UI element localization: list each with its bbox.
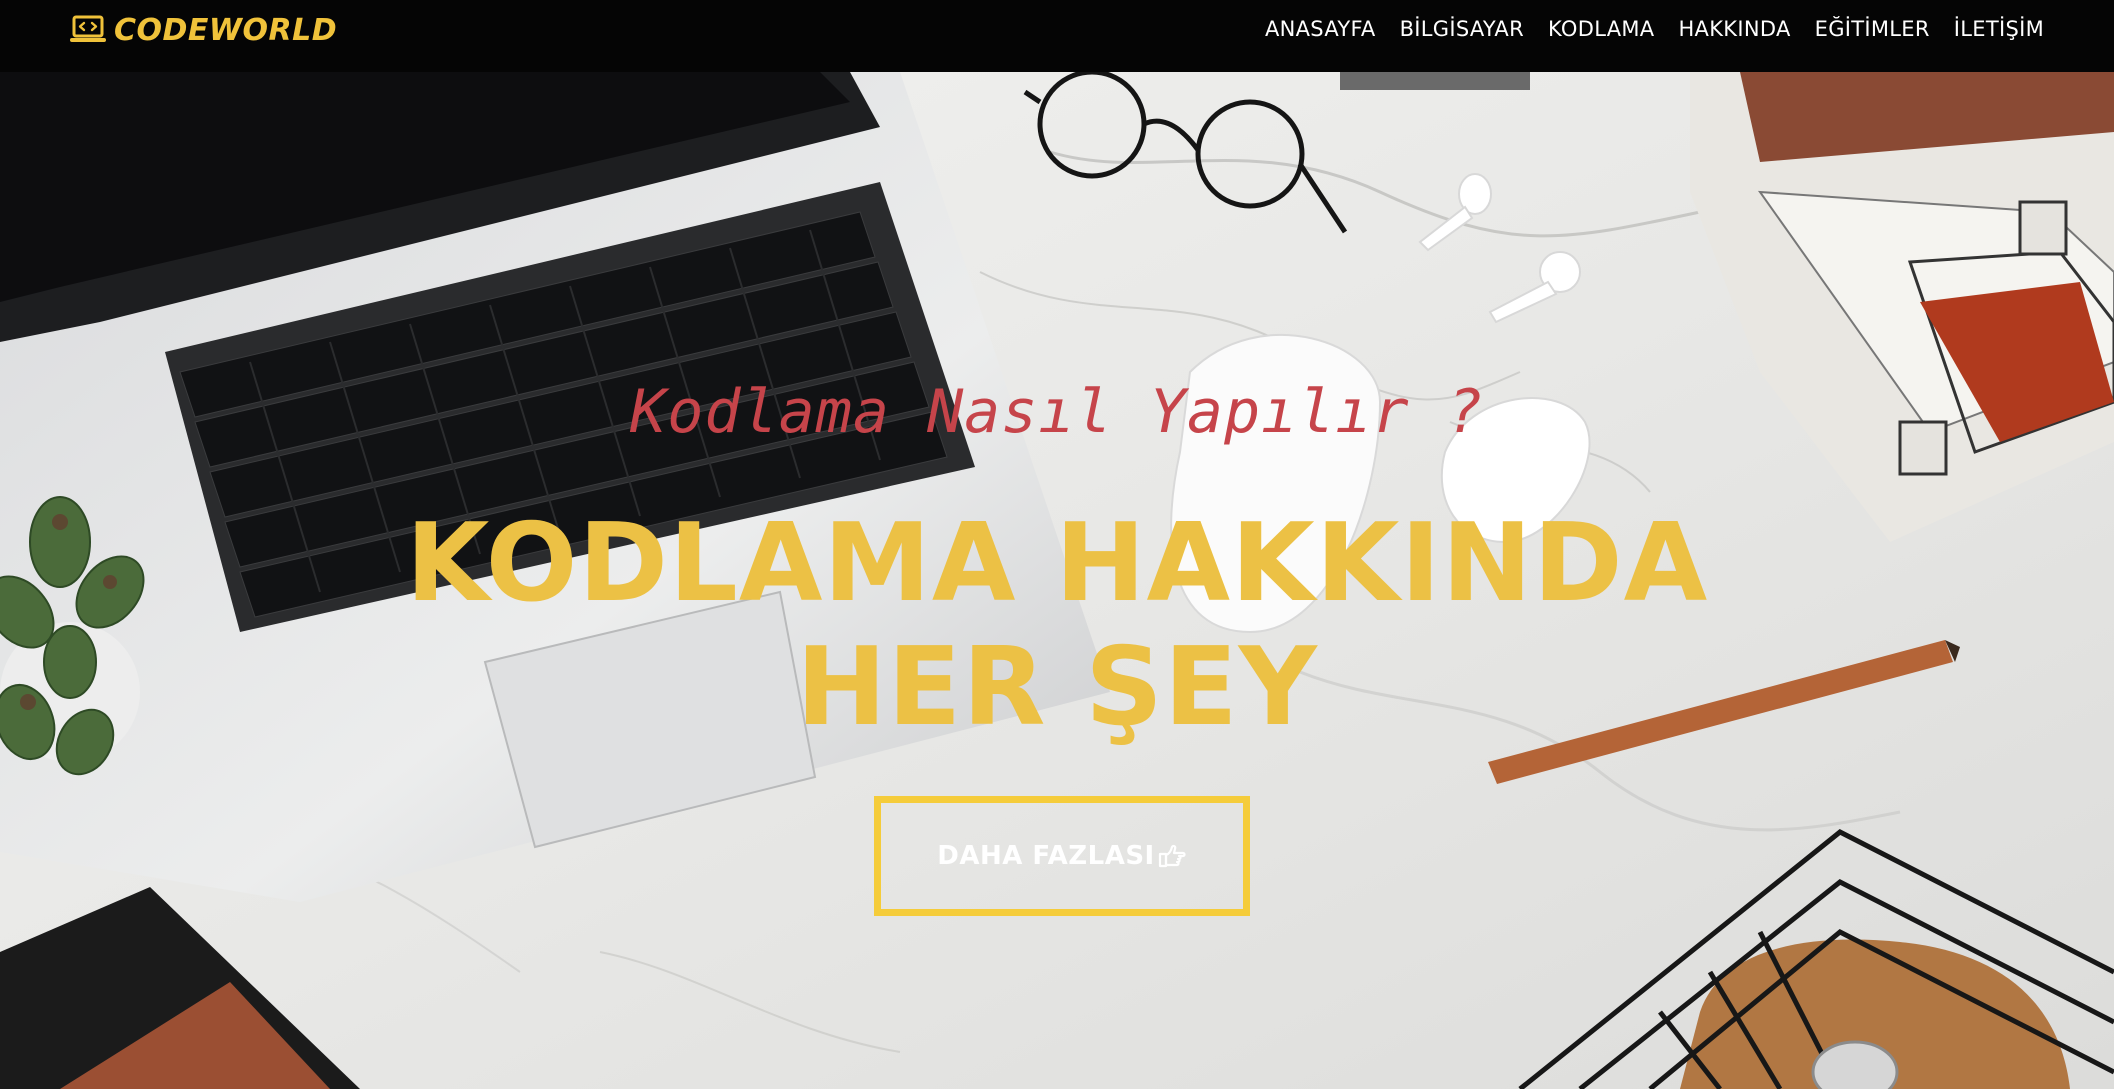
hero-headline: KODLAMA HAKKINDA HER ŞEY [405, 501, 1709, 750]
nav-menu: ANASAYFA BİLGİSAYAR KODLAMA HAKKINDA EĞİ… [1265, 0, 2044, 58]
daha-fazlasi-button[interactable]: DAHA FAZLASI [874, 796, 1250, 916]
laptop-code-icon [70, 15, 106, 42]
nav-link-iletisim[interactable]: İLETİŞİM [1954, 17, 2044, 41]
nav-link-anasayfa[interactable]: ANASAYFA [1265, 17, 1376, 41]
navbar: CODEWORLD ANASAYFA BİLGİSAYAR KODLAMA HA… [0, 0, 2114, 72]
cta-label: DAHA FAZLASI [937, 841, 1155, 871]
hero-section: Kodlama Nasıl Yapılır ? KODLAMA HAKKINDA… [0, 72, 2114, 1089]
brand-name: CODEWORLD [114, 12, 338, 48]
hand-pointing-right-icon [1158, 844, 1186, 868]
nav-link-kodlama[interactable]: KODLAMA [1548, 17, 1654, 41]
nav-link-bilgisayar[interactable]: BİLGİSAYAR [1400, 17, 1524, 41]
nav-link-hakkinda[interactable]: HAKKINDA [1678, 17, 1790, 41]
nav-link-egitimler[interactable]: EĞİTİMLER [1815, 17, 1930, 41]
hero-subtitle: Kodlama Nasıl Yapılır ? [630, 377, 1484, 447]
brand-logo-link[interactable]: CODEWORLD [70, 12, 337, 48]
